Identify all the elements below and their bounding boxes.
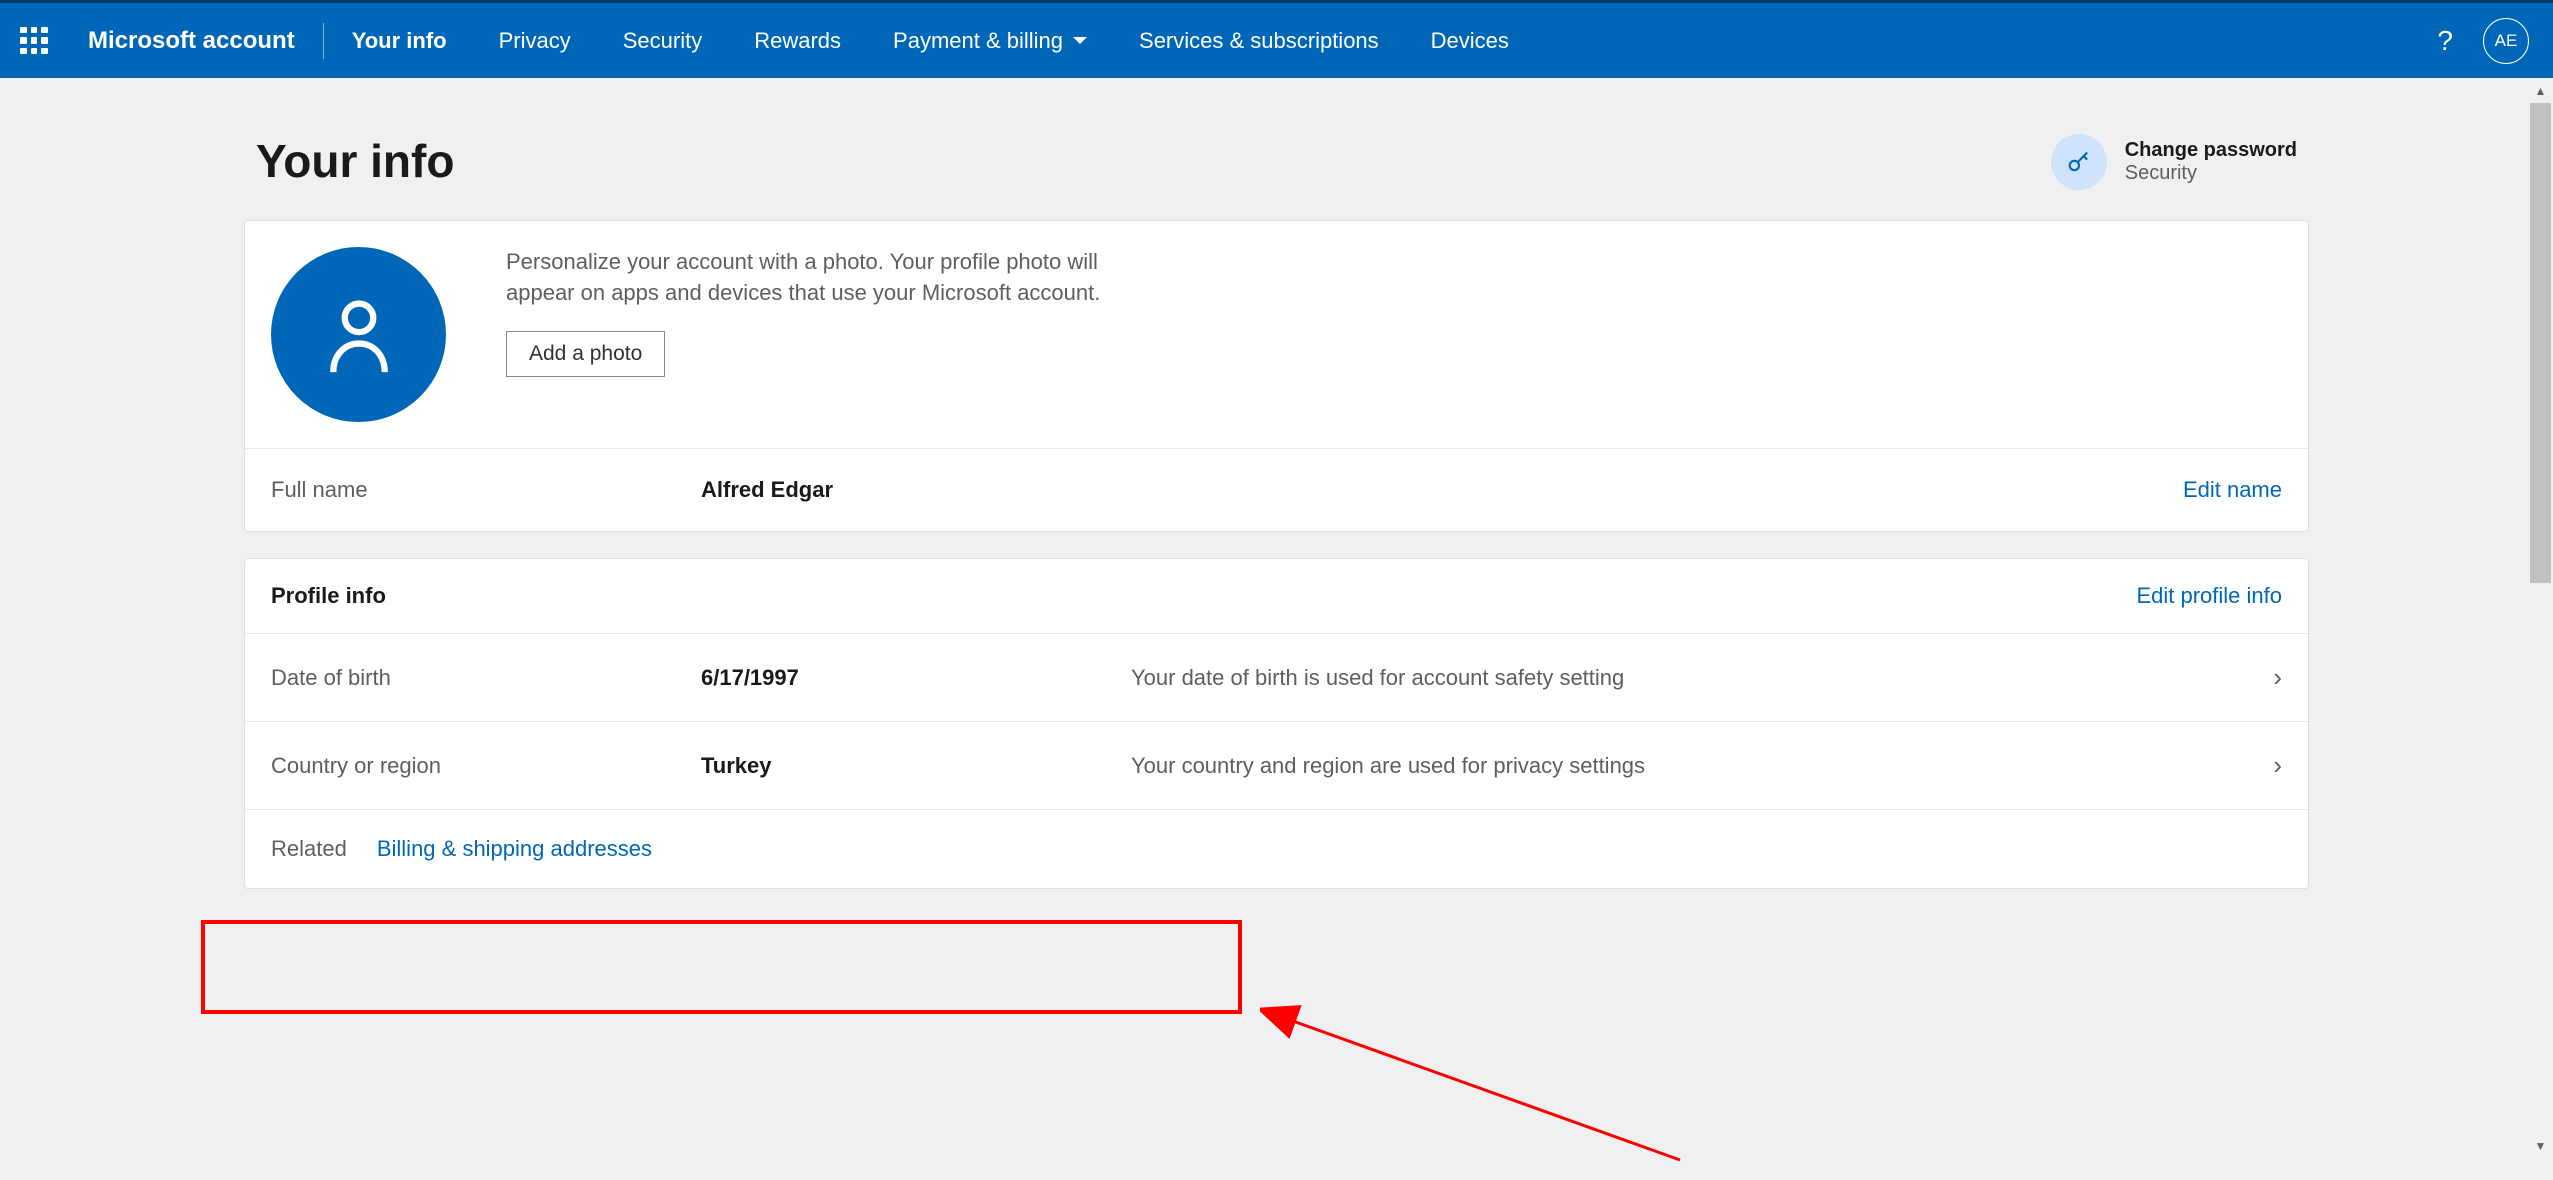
page-header: Your info Change password Security <box>244 134 2309 190</box>
scroll-down-button[interactable]: ▼ <box>2528 1133 2553 1158</box>
photo-section: Personalize your account with a photo. Y… <box>245 221 2308 448</box>
change-password-link[interactable]: Change password Security <box>2051 134 2297 190</box>
key-icon <box>2051 134 2107 190</box>
billing-addresses-link[interactable]: Billing & shipping addresses <box>377 836 652 862</box>
nav-devices[interactable]: Devices <box>1431 28 1509 54</box>
profile-info-card: Profile info Edit profile info Date of b… <box>244 558 2309 889</box>
account-avatar[interactable]: AE <box>2483 18 2529 64</box>
nav-your-info[interactable]: Your info <box>352 28 447 54</box>
brand-link[interactable]: Microsoft account <box>88 27 295 55</box>
nav-payment-billing[interactable]: Payment & billing <box>893 28 1087 54</box>
page-title: Your info <box>256 134 454 188</box>
top-nav-bar: Microsoft account Your info Privacy Secu… <box>0 0 2553 78</box>
add-photo-button[interactable]: Add a photo <box>506 331 665 377</box>
change-password-text: Change password Security <box>2125 139 2297 185</box>
country-row[interactable]: Country or region Turkey Your country an… <box>245 721 2308 809</box>
photo-description-text: Personalize your account with a photo. Y… <box>506 247 1106 309</box>
country-label: Country or region <box>271 753 701 779</box>
dob-label: Date of birth <box>271 665 701 691</box>
chevron-right-icon: › <box>2273 750 2282 781</box>
chevron-down-icon <box>1073 37 1087 44</box>
scroll-up-button[interactable]: ▲ <box>2528 78 2553 103</box>
photo-description-block: Personalize your account with a photo. Y… <box>506 247 1106 377</box>
dob-row[interactable]: Date of birth 6/17/1997 Your date of bir… <box>245 633 2308 721</box>
profile-info-title: Profile info <box>271 583 386 609</box>
topbar-right: ? AE <box>2437 18 2529 64</box>
vertical-scrollbar[interactable]: ▲ ▼ <box>2528 78 2553 1158</box>
full-name-value: Alfred Edgar <box>701 477 1131 503</box>
annotation-arrow <box>1260 1000 1700 1180</box>
related-label: Related <box>271 836 347 862</box>
nav-services-subscriptions[interactable]: Services & subscriptions <box>1139 28 1379 54</box>
divider <box>323 23 324 59</box>
profile-info-header: Profile info Edit profile info <box>245 559 2308 633</box>
scroll-thumb[interactable] <box>2530 103 2551 583</box>
nav-security[interactable]: Security <box>623 28 702 54</box>
nav-privacy[interactable]: Privacy <box>499 28 571 54</box>
full-name-row: Full name Alfred Edgar Edit name <box>245 448 2308 531</box>
nav-rewards[interactable]: Rewards <box>754 28 841 54</box>
profile-avatar-placeholder <box>271 247 446 422</box>
full-name-label: Full name <box>271 477 701 503</box>
annotation-highlight-box <box>201 920 1242 1014</box>
dob-value: 6/17/1997 <box>701 665 1131 691</box>
edit-profile-info-link[interactable]: Edit profile info <box>2136 583 2282 609</box>
chevron-right-icon: › <box>2273 662 2282 693</box>
change-password-subtitle: Security <box>2125 162 2297 185</box>
help-icon[interactable]: ? <box>2437 25 2453 57</box>
app-launcher-icon[interactable] <box>20 27 48 55</box>
primary-nav: Your info Privacy Security Rewards Payme… <box>352 28 1509 54</box>
edit-name-link[interactable]: Edit name <box>2183 477 2282 503</box>
dob-desc: Your date of birth is used for account s… <box>1131 665 2253 691</box>
country-desc: Your country and region are used for pri… <box>1131 753 2253 779</box>
nav-payment-billing-label: Payment & billing <box>893 28 1063 54</box>
profile-photo-card: Personalize your account with a photo. Y… <box>244 220 2309 532</box>
related-row: Related Billing & shipping addresses <box>245 809 2308 888</box>
country-value: Turkey <box>701 753 1131 779</box>
change-password-title: Change password <box>2125 139 2297 162</box>
page-content: Your info Change password Security <box>244 78 2309 889</box>
